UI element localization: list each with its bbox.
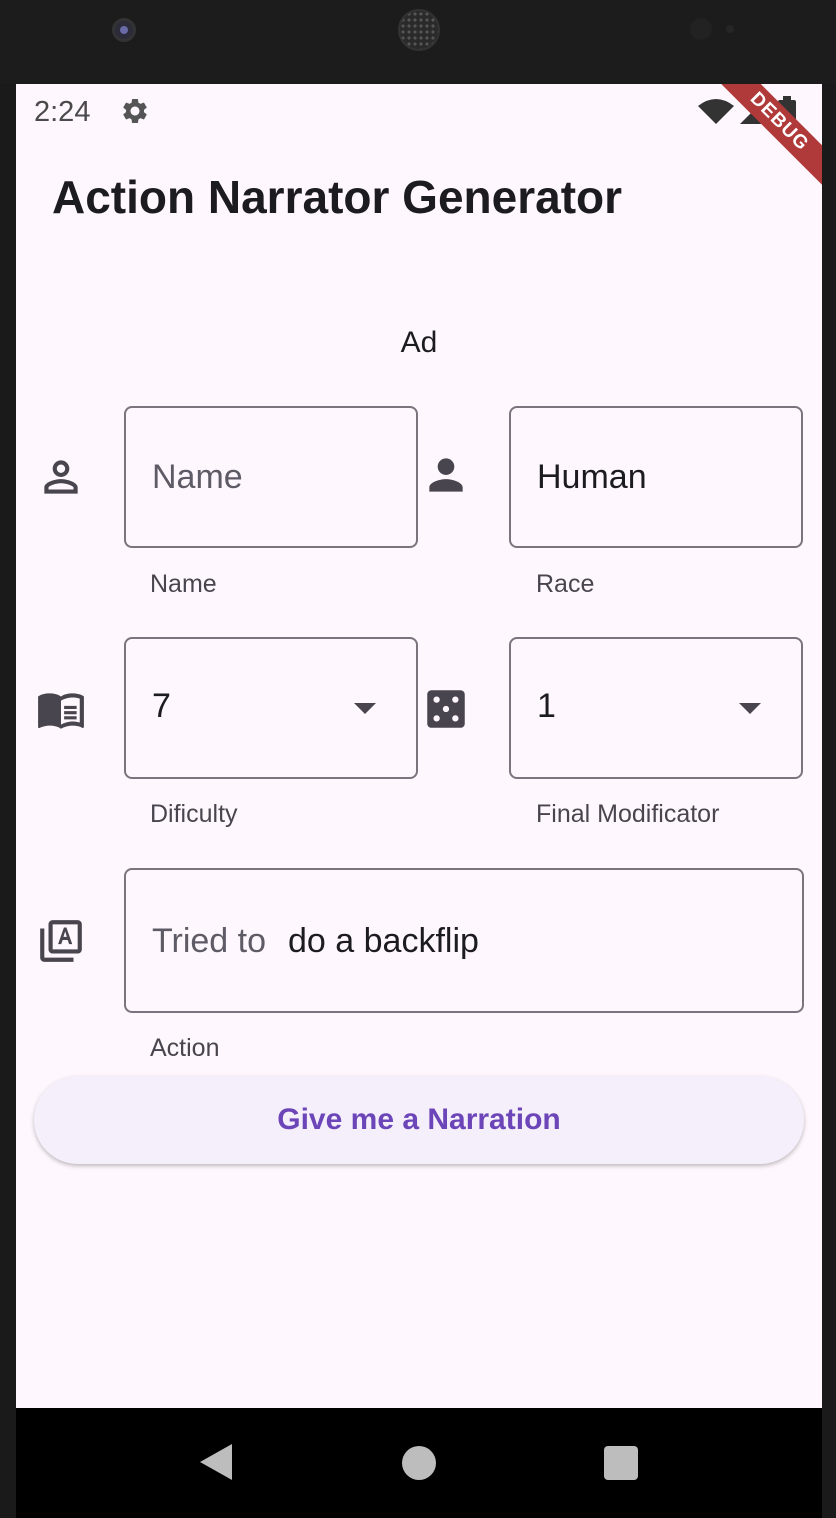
page-title: Action Narrator Generator [52, 171, 623, 223]
nav-back-icon[interactable] [200, 1444, 232, 1480]
nav-home-icon[interactable] [402, 1446, 436, 1480]
app-screen: 2:24 DEBUG Action Narrator Generator Ad … [16, 84, 822, 1408]
chevron-down-icon [739, 703, 761, 714]
action-helper-text: Action [150, 1034, 220, 1062]
settings-gear-icon [123, 99, 147, 123]
ad-banner[interactable]: Ad [16, 326, 822, 360]
wifi-icon [698, 99, 734, 124]
difficulty-dropdown[interactable]: 7 [124, 637, 418, 779]
nav-recents-icon[interactable] [604, 1446, 638, 1480]
action-prefix: Tried to [152, 922, 267, 960]
chevron-down-icon [354, 703, 376, 714]
dice-icon [427, 690, 465, 728]
earpiece-speaker [398, 9, 440, 51]
action-field[interactable]: Tried to do a backflip [124, 868, 804, 1013]
final-modifier-helper-text: Final Modificator [536, 800, 720, 828]
text-library-icon [40, 920, 82, 962]
final-modifier-dropdown[interactable]: 1 [509, 637, 803, 779]
proximity-sensor [690, 18, 712, 40]
device-top-bezel [0, 0, 836, 84]
name-input-placeholder: Name [152, 458, 243, 496]
race-helper-text: Race [536, 570, 595, 598]
name-helper-text: Name [150, 570, 217, 598]
final-modifier-value: 1 [537, 687, 556, 725]
difficulty-value: 7 [152, 687, 171, 725]
front-camera [112, 18, 136, 42]
race-field[interactable]: Human [509, 406, 803, 548]
light-sensor [726, 25, 734, 33]
status-time: 2:24 [34, 96, 91, 128]
race-input-value: Human [537, 458, 647, 496]
name-field[interactable]: Name [124, 406, 418, 548]
person-filled-icon [429, 458, 463, 492]
action-input-value: do a backflip [288, 922, 479, 960]
book-icon [38, 693, 84, 729]
person-outline-icon [44, 460, 78, 494]
difficulty-helper-text: Dificulty [150, 800, 238, 828]
give-narration-button[interactable]: Give me a Narration [34, 1076, 804, 1164]
system-nav-bar [16, 1408, 822, 1518]
